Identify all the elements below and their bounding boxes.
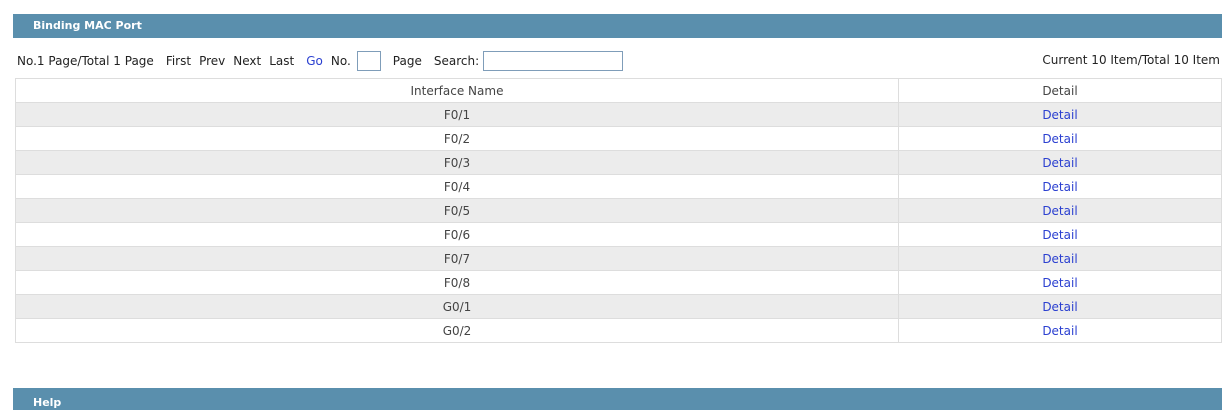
interface-name-cell: F0/8 (15, 270, 899, 295)
search-label: Search: (433, 54, 480, 68)
next-page-link[interactable]: Next (233, 54, 261, 68)
section-header-binding-mac-port: Binding MAC Port (13, 14, 1222, 38)
interface-name-cell: G0/1 (15, 294, 899, 319)
binding-mac-port-page: Binding MAC Port No.1 Page/Total 1 Page … (0, 0, 1222, 410)
table-row: F0/1 Detail (15, 102, 1222, 127)
interface-name-cell: F0/7 (15, 246, 899, 271)
table-row: F0/6 Detail (15, 222, 1222, 247)
pagination-bar: No.1 Page/Total 1 Page First Prev Next L… (17, 49, 1222, 73)
table-row: F0/5 Detail (15, 198, 1222, 223)
page-label: Page (392, 54, 422, 68)
detail-link[interactable]: Detail (898, 318, 1222, 343)
prev-page-link[interactable]: Prev (199, 54, 225, 68)
detail-link[interactable]: Detail (898, 246, 1222, 271)
detail-link[interactable]: Detail (898, 270, 1222, 295)
interface-table: Interface Name Detail F0/1 Detail F0/2 Deta… (15, 78, 1222, 343)
interface-name-cell: F0/5 (15, 198, 899, 223)
table-row: F0/7 Detail (15, 246, 1222, 271)
column-header-detail[interactable]: Detail (898, 78, 1222, 103)
page-info: No.1 Page/Total 1 Page (17, 54, 154, 68)
detail-link[interactable]: Detail (898, 222, 1222, 247)
table-header-row: Interface Name Detail (15, 78, 1222, 103)
table-body: F0/1 Detail F0/2 Detail F0/3 Detail F0/4 Detail… (15, 102, 1222, 343)
interface-name-cell: G0/2 (15, 318, 899, 343)
help-title: Help (33, 396, 62, 409)
table-row: G0/2 Detail (15, 318, 1222, 343)
detail-link[interactable]: Detail (898, 150, 1222, 175)
detail-link[interactable]: Detail (898, 198, 1222, 223)
column-header-interface-name[interactable]: Interface Name (15, 78, 899, 103)
page-number-input[interactable] (356, 51, 381, 71)
table-row: F0/2 Detail (15, 126, 1222, 151)
section-title: Binding MAC Port (33, 19, 142, 32)
interface-name-cell: F0/6 (15, 222, 899, 247)
interface-name-cell: F0/4 (15, 174, 899, 199)
page-number-label: No. (330, 54, 351, 68)
last-page-link[interactable]: Last (269, 54, 294, 68)
first-page-link[interactable]: First (166, 54, 191, 68)
interface-name-cell: F0/1 (15, 102, 899, 127)
table-row: F0/8 Detail (15, 270, 1222, 295)
detail-link[interactable]: Detail (898, 294, 1222, 319)
table-row: F0/4 Detail (15, 174, 1222, 199)
item-count-info: Current 10 Item/Total 10 Item (1042, 53, 1220, 67)
search-input[interactable] (483, 51, 624, 71)
section-header-help: Help (13, 388, 1222, 410)
interface-name-cell: F0/3 (15, 150, 899, 175)
detail-link[interactable]: Detail (898, 126, 1222, 151)
go-link[interactable]: Go (306, 54, 323, 68)
detail-link[interactable]: Detail (898, 174, 1222, 199)
table-row: F0/3 Detail (15, 150, 1222, 175)
detail-link[interactable]: Detail (898, 102, 1222, 127)
table-row: G0/1 Detail (15, 294, 1222, 319)
interface-name-cell: F0/2 (15, 126, 899, 151)
